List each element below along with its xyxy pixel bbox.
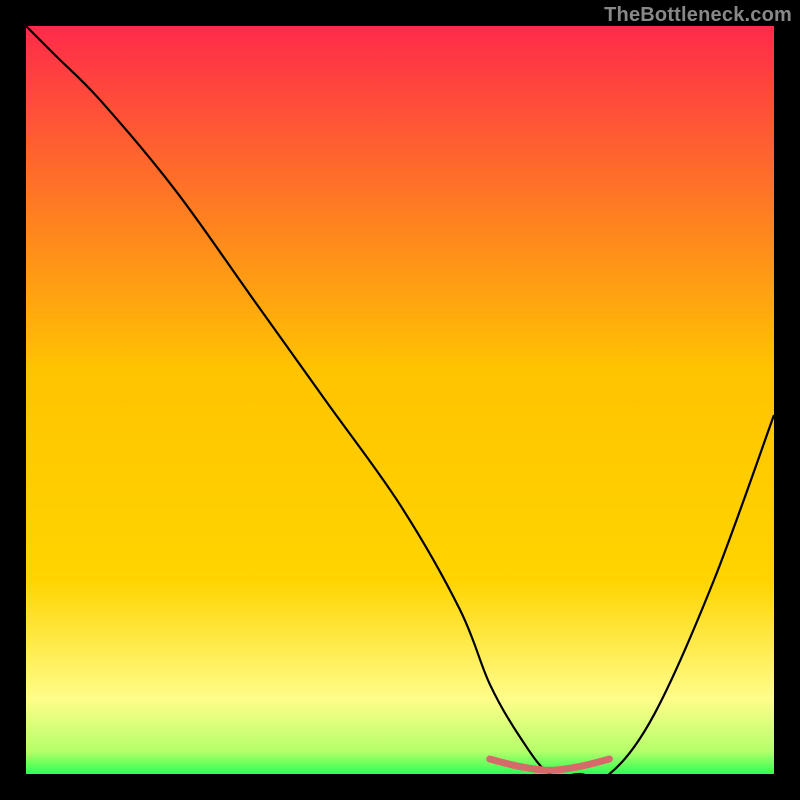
plot-area xyxy=(26,26,774,774)
gradient-background xyxy=(26,26,774,774)
attribution-label: TheBottleneck.com xyxy=(604,4,792,27)
chart-container: TheBottleneck.com xyxy=(0,0,800,800)
chart-svg xyxy=(26,26,774,774)
